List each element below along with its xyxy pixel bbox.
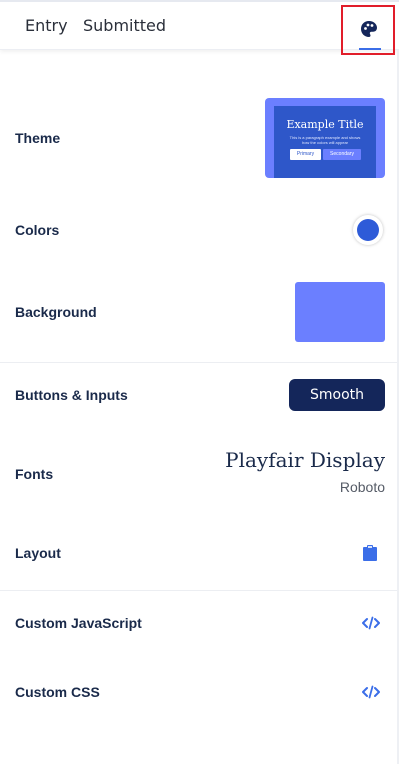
theme-preview-text: This is a paragraph example and shows ho… bbox=[289, 135, 361, 145]
theme-preview[interactable]: Example Title This is a paragraph exampl… bbox=[265, 98, 385, 178]
body-font-value[interactable]: Roboto bbox=[340, 479, 385, 495]
fonts-label: Fonts bbox=[15, 466, 54, 482]
code-icon[interactable] bbox=[362, 685, 380, 699]
top-tab-bar: Entry Submitted bbox=[0, 0, 399, 50]
theme-label: Theme bbox=[15, 130, 61, 146]
colors-label: Colors bbox=[15, 222, 60, 238]
section-divider bbox=[0, 362, 397, 363]
heading-font-value[interactable]: Playfair Display bbox=[225, 448, 385, 472]
buttons-inputs-label: Buttons & Inputs bbox=[15, 387, 128, 403]
tab-theme[interactable] bbox=[341, 5, 395, 55]
color-swatch[interactable] bbox=[353, 215, 383, 245]
theme-preview-card: Example Title This is a paragraph exampl… bbox=[274, 106, 376, 178]
theme-preview-secondary-button: Secondary bbox=[323, 149, 361, 160]
active-tab-indicator bbox=[359, 48, 381, 50]
button-style-selector[interactable]: Smooth bbox=[289, 379, 385, 411]
clipboard-icon[interactable] bbox=[362, 544, 378, 562]
custom-js-label: Custom JavaScript bbox=[15, 615, 142, 631]
custom-css-label: Custom CSS bbox=[15, 684, 100, 700]
tab-entry[interactable]: Entry bbox=[25, 16, 68, 35]
theme-preview-primary-button: Primary bbox=[290, 149, 321, 160]
theme-preview-title: Example Title bbox=[286, 118, 364, 131]
tab-submitted[interactable]: Submitted bbox=[83, 16, 166, 35]
code-icon[interactable] bbox=[362, 616, 380, 630]
palette-icon bbox=[361, 21, 377, 37]
layout-label: Layout bbox=[15, 545, 61, 561]
color-swatch-dot bbox=[357, 219, 379, 241]
section-divider bbox=[0, 590, 397, 591]
background-label: Background bbox=[15, 304, 97, 320]
background-swatch[interactable] bbox=[295, 282, 385, 342]
